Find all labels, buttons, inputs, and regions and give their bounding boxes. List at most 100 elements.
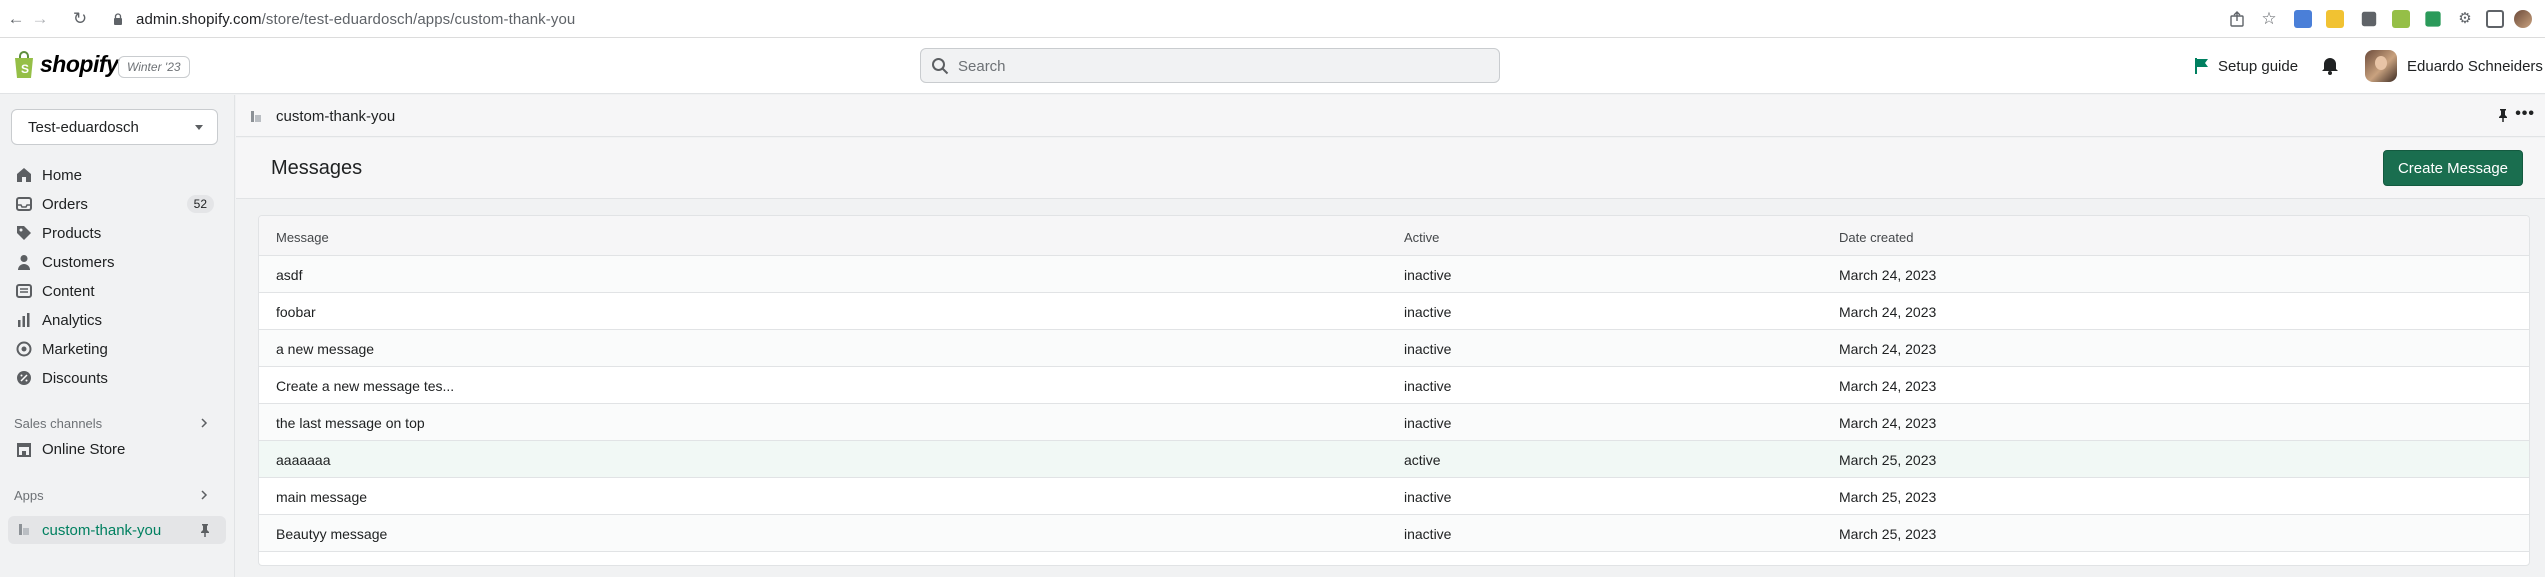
bookmark-star-icon[interactable]: ☆	[2260, 10, 2278, 28]
side-panel-icon[interactable]	[2486, 10, 2504, 28]
date-cell: March 24, 2023	[1839, 267, 1937, 283]
pin-icon[interactable]	[2496, 108, 2510, 122]
setup-guide-button[interactable]: Setup guide	[2194, 54, 2298, 78]
extension-icon[interactable]	[2425, 11, 2441, 27]
sidebar-item-label: Analytics	[42, 312, 103, 329]
orders-icon	[16, 197, 32, 211]
column-header-date-created[interactable]: Date created	[1839, 230, 1913, 245]
admin-topbar: S shopify Winter '23 Search Setup guide …	[0, 38, 2545, 94]
active-cell: active	[1404, 452, 1441, 468]
avatar	[2365, 50, 2397, 82]
pin-icon[interactable]	[198, 523, 212, 537]
more-actions-icon[interactable]: •••	[2515, 105, 2535, 123]
table-row[interactable]: a new message inactive March 24, 2023	[259, 330, 2529, 367]
table-row[interactable]: main message inactive March 25, 2023	[259, 478, 2529, 515]
flag-icon	[2195, 58, 2208, 74]
lock-icon	[114, 13, 122, 25]
app-breadcrumb[interactable]: custom-thank-you	[276, 108, 395, 125]
extension-icon[interactable]	[2361, 11, 2377, 27]
url-text: admin.shopify.com/store/test-eduardosch/…	[136, 11, 576, 28]
chevron-right-icon[interactable]	[199, 418, 209, 428]
setup-guide-label: Setup guide	[2218, 57, 2299, 75]
notification-bell-icon[interactable]	[2320, 55, 2340, 75]
date-cell: March 24, 2023	[1839, 341, 1937, 357]
chevron-right-icon[interactable]	[199, 490, 209, 500]
address-bar[interactable]: admin.shopify.com/store/test-eduardosch/…	[98, 5, 2468, 33]
app-title-bar: custom-thank-you •••	[236, 95, 2545, 137]
create-message-button[interactable]: Create Message	[2383, 150, 2523, 186]
active-cell: inactive	[1404, 526, 1452, 542]
sidebar-item-label: Content	[42, 283, 95, 300]
table-row[interactable]: Beautyy message inactive March 25, 2023	[259, 515, 2529, 552]
shopify-logo[interactable]: shopify	[40, 51, 119, 78]
active-cell: inactive	[1404, 304, 1452, 320]
puzzle-extensions-icon[interactable]: ⚙	[2456, 10, 2474, 28]
column-header-active[interactable]: Active	[1404, 230, 1439, 245]
shopify-extension-icon[interactable]	[2392, 10, 2410, 28]
search-input[interactable]: Search	[920, 48, 1500, 83]
message-cell: Beautyy message	[276, 526, 388, 542]
table-header: Message Active Date created	[259, 216, 2529, 256]
sidebar-item-content[interactable]: Content	[8, 277, 226, 305]
sidebar-item-products[interactable]: Products	[8, 219, 226, 247]
sidebar-item-label: Orders	[42, 196, 88, 213]
content-icon	[16, 284, 32, 298]
shopify-bag-icon: S	[15, 51, 33, 78]
table-row[interactable]: Create a new message tes... inactive Mar…	[259, 367, 2529, 404]
extension-icon[interactable]	[2326, 10, 2344, 28]
share-icon[interactable]	[2228, 10, 2246, 28]
sidebar-item-label: Home	[42, 167, 83, 184]
date-cell: March 24, 2023	[1839, 415, 1937, 431]
sidebar-item-marketing[interactable]: Marketing	[8, 335, 226, 363]
sidebar-item-orders[interactable]: Orders 52	[8, 190, 226, 218]
table-row[interactable]: foobar inactive March 24, 2023	[259, 293, 2529, 330]
message-cell: aaaaaaa	[276, 452, 331, 468]
back-arrow-icon[interactable]: ←	[6, 9, 26, 29]
sidebar-item-analytics[interactable]: Analytics	[8, 306, 226, 334]
browser-toolbar: ← → ↻ admin.shopify.com/store/test-eduar…	[0, 0, 2545, 38]
reload-icon[interactable]: ↻	[70, 9, 90, 29]
column-header-message[interactable]: Message	[276, 230, 329, 245]
sidebar-item-online-store[interactable]: Online Store	[8, 435, 226, 463]
date-cell: March 25, 2023	[1839, 526, 1937, 542]
date-cell: March 25, 2023	[1839, 489, 1937, 505]
sidebar-item-discounts[interactable]: Discounts	[8, 364, 226, 392]
tag-icon	[17, 226, 31, 240]
table-row[interactable]: asdf inactive March 24, 2023	[259, 256, 2529, 293]
active-cell: inactive	[1404, 378, 1452, 394]
message-cell: asdf	[276, 267, 303, 283]
store-icon	[17, 443, 31, 457]
forward-arrow-icon[interactable]: →	[30, 9, 50, 29]
apps-heading: Apps	[14, 488, 44, 503]
active-cell: inactive	[1404, 489, 1452, 505]
user-menu[interactable]: Eduardo Schneiders	[2365, 48, 2543, 84]
message-cell: a new message	[276, 341, 375, 357]
sidebar-item-customers[interactable]: Customers	[8, 248, 226, 276]
message-cell: the last message on top	[276, 415, 425, 431]
table-row[interactable]: aaaaaaa active March 25, 2023	[259, 441, 2529, 478]
app-icon	[19, 524, 29, 535]
sidebar-item-home[interactable]: Home	[8, 161, 226, 189]
sidebar-item-label: Customers	[42, 254, 115, 271]
profile-avatar-icon[interactable]	[2514, 10, 2532, 28]
sidebar-item-label: Discounts	[42, 370, 108, 387]
message-cell: main message	[276, 489, 368, 505]
sidebar-item-label: custom-thank-you	[42, 522, 162, 539]
sidebar-item-label: Products	[42, 225, 102, 242]
store-selector[interactable]: Test-eduardosch	[11, 109, 218, 145]
active-cell: inactive	[1404, 415, 1452, 431]
app-icon	[251, 111, 261, 122]
message-cell: foobar	[276, 304, 316, 320]
person-icon	[18, 255, 30, 270]
message-cell: Create a new message tes...	[276, 378, 455, 394]
translate-extension-icon[interactable]	[2294, 10, 2312, 28]
search-placeholder: Search	[958, 58, 1006, 75]
home-icon	[17, 168, 31, 182]
sidebar-item-label: Online Store	[42, 441, 126, 458]
version-badge: Winter '23	[118, 56, 190, 78]
table-row[interactable]: the last message on top inactive March 2…	[259, 404, 2529, 441]
page-title: Messages	[271, 157, 363, 179]
sidebar-item-custom-thank-you[interactable]: custom-thank-you	[8, 516, 226, 544]
date-cell: March 24, 2023	[1839, 378, 1937, 394]
active-cell: inactive	[1404, 267, 1452, 283]
